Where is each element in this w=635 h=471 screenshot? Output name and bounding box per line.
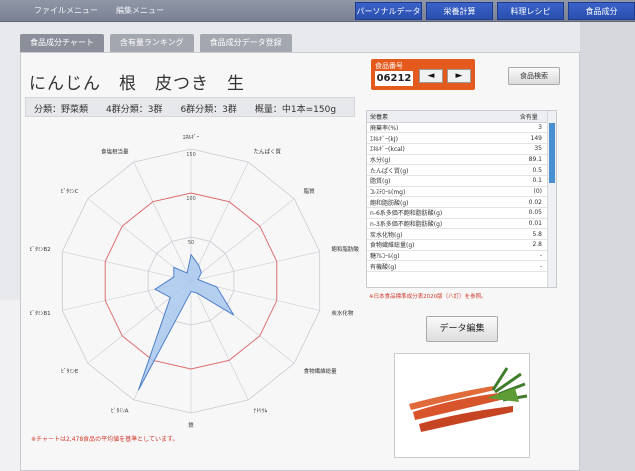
radar-axis-label: 食物繊維総量 — [304, 367, 338, 375]
radar-axis-label: ﾋﾞﾀﾐﾝB1 — [30, 310, 51, 317]
table-row[interactable]: 炭水化物(g) 5.8 — [367, 228, 548, 241]
nutrient-value: 3 — [506, 122, 548, 134]
nutrient-value: 0.5 — [506, 164, 548, 176]
nutrient-name: 脂質(g) — [367, 175, 507, 187]
nutrient-radar-chart: 150 100 50 ｴﾈﾙｷﾞｰ たんぱく質脂質飽和脂肪酸炭水化物食物繊維総量 ﾅﾄﾘｳ… — [30, 134, 360, 429]
main-panel: にんじん 根 皮つき 生 分類：野菜類 4群分類：3群 6群分類：3群 概量：中… — [20, 52, 580, 471]
nutrient-name: 食物繊維総量(g) — [367, 239, 507, 251]
nutrient-name: 廃棄率(%) — [367, 122, 507, 134]
table-header-row: 栄養素 含有量 — [367, 111, 548, 123]
header-nutrient: 栄養素 — [367, 111, 507, 123]
table-row[interactable]: 廃棄率(%) 3 — [367, 122, 548, 134]
radar-axis-line — [62, 251, 192, 282]
nutrient-name: ｴﾈﾙｷﾞｰ(kcal) — [367, 143, 507, 155]
left-edge-panel — [0, 300, 20, 471]
recipe-button[interactable]: 料理レシピ — [497, 2, 564, 20]
food-number-box: 食品番号 06212 ◄ ► — [371, 59, 475, 90]
table-row[interactable]: 脂質(g) 0.1 — [367, 175, 548, 187]
nutrient-value: 0.02 — [506, 196, 548, 208]
radar-tick-label: 150 — [186, 152, 196, 158]
nutrient-name: 有機酸(g) — [367, 260, 507, 273]
food-search-button[interactable]: 食品検索 — [508, 67, 560, 85]
prev-food-button[interactable]: ◄ — [419, 69, 443, 83]
nutrient-value: 0.01 — [506, 218, 548, 230]
carrot-image — [409, 367, 528, 432]
header-amount: 含有量 — [506, 111, 548, 123]
nutrient-name: たんぱく質(g) — [367, 164, 507, 176]
radar-axis-line — [190, 161, 249, 282]
radar-axis-label: 脂質 — [304, 187, 316, 195]
radar-axis-label: ﾋﾞﾀﾐﾝA — [111, 408, 129, 415]
food-composition-button[interactable]: 食品成分 — [568, 2, 635, 20]
radar-value-area — [137, 253, 235, 391]
nutrient-name: n-6系多価不飽和脂肪酸(g) — [367, 207, 507, 219]
personal-data-button[interactable]: パーソナルデータ — [355, 2, 422, 20]
nutrient-value: - — [506, 250, 548, 262]
tab-data-registration[interactable]: 食品成分データ登録 — [199, 34, 292, 52]
nutrient-table: 栄養素 含有量 廃棄率(%) 3 ｴﾈﾙｷﾞｰ(kJ) 149 ｴﾈﾙｷﾞｰ(kcal)… — [366, 110, 557, 288]
food-meta: 分類：野菜類 4群分類：3群 6群分類：3群 概量：中1本=150g — [25, 97, 355, 117]
food-photo — [394, 353, 530, 458]
top-menu-bar: ファイルメニュー 編集メニュー パーソナルデータ 栄養計算 料理レシピ 食品成分 — [0, 0, 635, 22]
scroll-thumb[interactable] — [549, 123, 555, 183]
tab-ranking[interactable]: 含有量ランキング — [109, 34, 194, 52]
file-menu[interactable]: ファイルメニュー — [34, 5, 98, 16]
radar-axis-line — [190, 198, 295, 282]
radar-axis-label: 炭水化物 — [331, 309, 354, 317]
nutrient-value: 5.8 — [506, 228, 548, 241]
radar-axis-label: 食塩相当量 — [101, 147, 129, 155]
table-row[interactable]: ｺﾚｽﾃﾛｰﾙ(mg) (0) — [367, 186, 548, 198]
nutrient-value: 2.8 — [506, 239, 548, 251]
table-row[interactable]: ｴﾈﾙｷﾞｰ(kcal) 35 — [367, 143, 548, 155]
radar-axis-label: ｴﾈﾙｷﾞｰ — [183, 134, 200, 141]
tab-strip: 食品成分チャート 含有量ランキング 食品成分データ登録 — [20, 34, 292, 52]
table-scrollbar[interactable] — [547, 111, 556, 287]
nutrient-name: 水分(g) — [367, 154, 507, 166]
food-number-input[interactable]: 06212 — [375, 71, 413, 86]
table-row[interactable]: ｴﾈﾙｷﾞｰ(kJ) 149 — [367, 132, 548, 144]
table-row[interactable]: 糖ｱﾙｺｰﾙ(g) - — [367, 250, 548, 262]
table-row[interactable]: n-3系多価不飽和脂肪酸(g) 0.01 — [367, 218, 548, 230]
radar-axis-line — [133, 161, 192, 282]
radar-axis-label: 鉄 — [188, 421, 194, 429]
table-row[interactable]: 水分(g) 89.1 — [367, 154, 548, 166]
nutrient-value: - — [506, 260, 548, 273]
table-row[interactable]: 食物繊維総量(g) 2.8 — [367, 239, 548, 251]
radar-axis-line — [190, 251, 320, 282]
right-side-panel — [580, 22, 635, 471]
nutrient-name: ｺﾚｽﾃﾛｰﾙ(mg) — [367, 186, 507, 198]
table-row[interactable]: たんぱく質(g) 0.5 — [367, 164, 548, 176]
table-row[interactable]: 有機酸(g) - — [367, 260, 548, 273]
radar-axis-label: たんぱく質 — [253, 147, 281, 155]
radar-axis-label: ﾋﾞﾀﾐﾝC — [61, 188, 79, 195]
nutrient-value: 149 — [506, 132, 548, 144]
nutrient-name: ｴﾈﾙｷﾞｰ(kJ) — [367, 132, 507, 144]
nutrient-value: 0.1 — [506, 175, 548, 187]
radar-tick-label: 100 — [186, 196, 196, 202]
radar-tick-label: 50 — [188, 240, 194, 246]
nutrient-value: 89.1 — [506, 154, 548, 166]
radar-axis-label: ﾋﾞﾀﾐﾝB2 — [30, 246, 51, 253]
tab-food-chart[interactable]: 食品成分チャート — [20, 34, 104, 52]
nutrient-name: 飽和脂肪酸(g) — [367, 196, 507, 208]
edit-data-button[interactable]: データ編集 — [426, 316, 498, 342]
table-row[interactable]: n-6系多価不飽和脂肪酸(g) 0.05 — [367, 207, 548, 219]
radar-axis-label: ﾋﾞﾀﾐﾝE — [61, 368, 79, 375]
edit-menu[interactable]: 編集メニュー — [116, 5, 164, 16]
food-title: にんじん 根 皮つき 生 — [29, 74, 245, 94]
table-note: ※日本食品標準成分表2020版（八訂）を参照。 — [369, 294, 487, 300]
nutrient-name: n-3系多価不飽和脂肪酸(g) — [367, 218, 507, 230]
nutrient-value: 0.05 — [506, 207, 548, 219]
table-row[interactable]: 飽和脂肪酸(g) 0.02 — [367, 196, 548, 208]
chart-note: ※チャートは2,478食品の平均値を基準としています。 — [31, 436, 179, 443]
nutrient-value: 35 — [506, 143, 548, 155]
nutrition-calc-button[interactable]: 栄養計算 — [426, 2, 493, 20]
nutrient-name: 炭水化物(g) — [367, 228, 507, 241]
radar-axis-label: ﾅﾄﾘｳﾑ — [253, 408, 267, 415]
nutrient-value: (0) — [506, 186, 548, 198]
radar-axis-label: 飽和脂肪酸 — [331, 245, 359, 253]
nutrient-name: 糖ｱﾙｺｰﾙ(g) — [367, 250, 507, 262]
food-number-label: 食品番号 — [375, 62, 403, 70]
next-food-button[interactable]: ► — [447, 69, 471, 83]
